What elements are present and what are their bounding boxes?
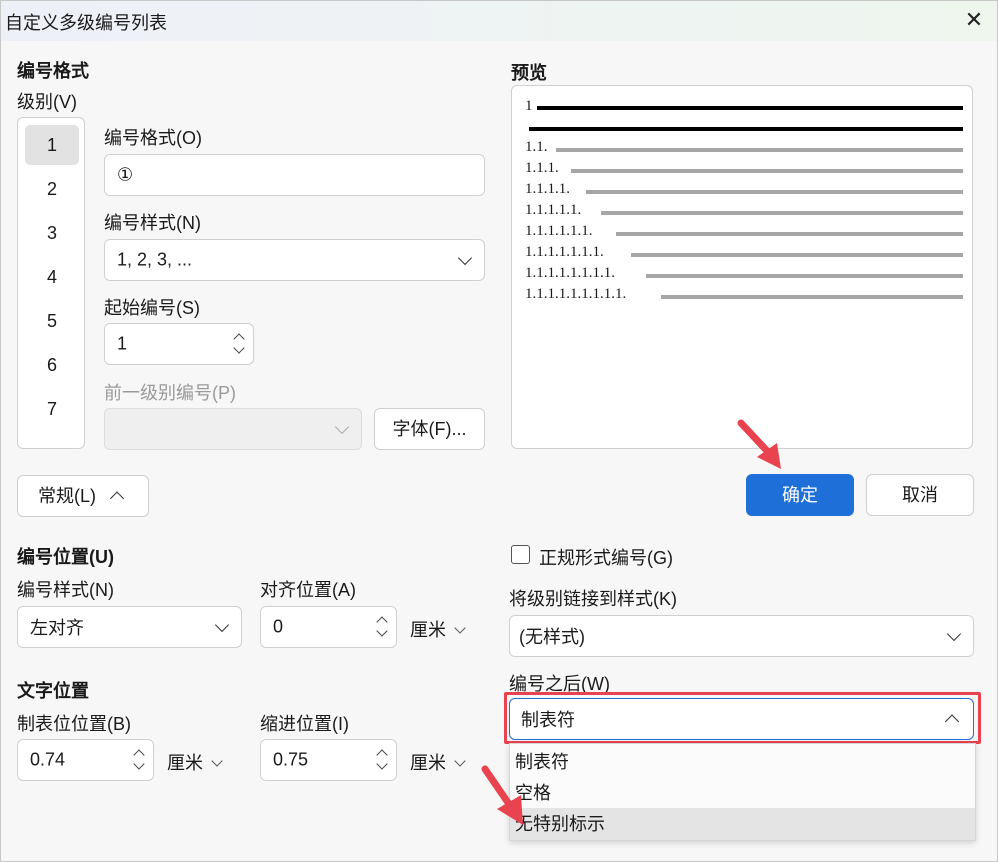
preview-pane: 1 1.1. 1.1.1. 1.1.1.1. 1.1.1.1.1. 1.1.1.… (511, 85, 973, 449)
preview-line (616, 232, 963, 236)
legal-numbering-label: 正规形式编号(G) (539, 548, 673, 568)
level-item-2[interactable]: 2 (25, 169, 79, 209)
after-option-space[interactable]: 空格 (510, 777, 975, 809)
level-item-3[interactable]: 3 (25, 213, 79, 253)
alignment-select[interactable]: 左对齐 (17, 606, 242, 648)
align-unit-select[interactable]: 厘米 (410, 616, 466, 642)
indent-position-label: 缩进位置(I) (260, 714, 349, 734)
indent-position-stepper[interactable]: 0.75 (260, 739, 397, 781)
start-number-stepper[interactable]: 1 (104, 323, 254, 365)
previous-level-label: 前一级别编号(P) (104, 383, 236, 403)
align-unit-label: 厘米 (410, 620, 446, 640)
start-number-label: 起始编号(S) (104, 298, 200, 318)
previous-level-select[interactable] (104, 408, 362, 450)
general-toggle-label: 常规(L) (38, 486, 96, 506)
indent-position-value: 0.75 (273, 749, 309, 770)
number-format-input[interactable]: ① (104, 154, 485, 196)
align-position-label: 对齐位置(A) (260, 580, 356, 600)
preview-row: 1.1.1. (525, 160, 559, 176)
number-style-value: 1, 2, 3, ... (117, 249, 193, 270)
preview-row: 1.1.1.1.1.1.1. (525, 244, 604, 260)
preview-row: 1.1.1.1.1.1.1.1. (525, 265, 615, 281)
chevron-down-icon (454, 755, 466, 767)
level-item-4[interactable]: 4 (25, 257, 79, 297)
number-format-label: 编号格式(O) (104, 128, 202, 148)
highlight-annotation-box (504, 692, 981, 744)
spinner-arrows-icon[interactable] (376, 747, 388, 773)
chevron-down-icon (946, 626, 962, 642)
preview-row: 1.1.1.1. (525, 181, 570, 197)
number-style-select[interactable]: 1, 2, 3, ... (104, 239, 485, 281)
start-number-value: 1 (117, 333, 128, 354)
dialog-title: 自定义多级编号列表 (5, 13, 167, 33)
spinner-arrows-icon[interactable] (133, 747, 145, 773)
annotation-arrow-icon (481, 765, 523, 825)
spinner-arrows-icon[interactable] (233, 331, 245, 357)
cancel-button[interactable]: 取消 (866, 474, 974, 516)
indent-unit-select[interactable]: 厘米 (410, 749, 466, 775)
preview-line (661, 295, 963, 299)
preview-row: 1.1. (525, 139, 548, 155)
preview-line (537, 106, 963, 110)
preview-heading: 预览 (511, 63, 547, 83)
preview-line (571, 169, 963, 173)
preview-row: 1.1.1.1.1.1. (525, 223, 593, 239)
number-style-label: 编号样式(N) (104, 213, 201, 233)
link-style-value: (无样式) (519, 627, 585, 647)
general-toggle-button[interactable]: 常规(L) (17, 475, 149, 517)
after-option-nothing[interactable]: 无特别标示 (510, 808, 975, 840)
legal-numbering-checkbox[interactable] (511, 545, 530, 564)
chevron-down-icon (214, 617, 230, 633)
preview-line (586, 190, 963, 194)
align-position-value: 0 (273, 616, 284, 637)
tab-position-stepper[interactable]: 0.74 (17, 739, 154, 781)
preview-row: 1.1.1.1.1. (525, 202, 582, 218)
preview-line (646, 274, 963, 278)
level-item-5[interactable]: 5 (25, 301, 79, 341)
level-list: 1 2 3 4 5 6 7 (17, 117, 85, 449)
ok-button[interactable]: 确定 (746, 474, 854, 516)
numbering-format-heading: 编号格式 (17, 61, 89, 81)
chevron-down-icon (454, 622, 466, 634)
level-item-1[interactable]: 1 (25, 125, 79, 165)
level-label: 级别(V) (17, 92, 77, 112)
custom-multilevel-list-dialog: 自定义多级编号列表 ✕ 编号格式 级别(V) 1 2 3 4 5 6 7 编号格… (0, 0, 998, 862)
tab-position-value: 0.74 (30, 749, 66, 770)
close-icon[interactable]: ✕ (959, 5, 989, 35)
tab-unit-select[interactable]: 厘米 (167, 749, 223, 775)
after-option-tab[interactable]: 制表符 (510, 746, 975, 778)
after-number-dropdown: 制表符 空格 无特别标示 (509, 743, 976, 841)
level-item-7[interactable]: 7 (25, 389, 79, 429)
preview-line (529, 127, 963, 131)
chevron-up-icon (109, 491, 125, 506)
number-format-value: ① (117, 164, 134, 185)
link-level-label: 将级别链接到样式(K) (509, 589, 677, 609)
preview-line (631, 253, 963, 257)
font-button[interactable]: 字体(F)... (374, 408, 485, 450)
number-position-heading: 编号位置(U) (17, 547, 114, 567)
preview-line (601, 211, 963, 215)
chevron-down-icon (334, 419, 350, 435)
chevron-down-icon (457, 250, 473, 266)
annotation-arrow-icon (737, 419, 781, 469)
tab-position-label: 制表位位置(B) (17, 714, 131, 734)
level-item-6[interactable]: 6 (25, 345, 79, 385)
chevron-down-icon (211, 755, 223, 767)
spinner-arrows-icon[interactable] (376, 614, 388, 640)
align-position-stepper[interactable]: 0 (260, 606, 397, 648)
tab-unit-label: 厘米 (167, 753, 203, 773)
text-position-heading: 文字位置 (17, 681, 89, 701)
preview-line (556, 148, 963, 152)
indent-unit-label: 厘米 (410, 753, 446, 773)
preview-row: 1 (525, 98, 533, 114)
preview-row: 1.1.1.1.1.1.1.1.1. (525, 286, 627, 302)
link-style-select[interactable]: (无样式) (509, 615, 974, 657)
alignment-value: 左对齐 (30, 618, 84, 638)
position-style-label: 编号样式(N) (17, 580, 114, 600)
title-bar: 自定义多级编号列表 ✕ (1, 1, 997, 41)
